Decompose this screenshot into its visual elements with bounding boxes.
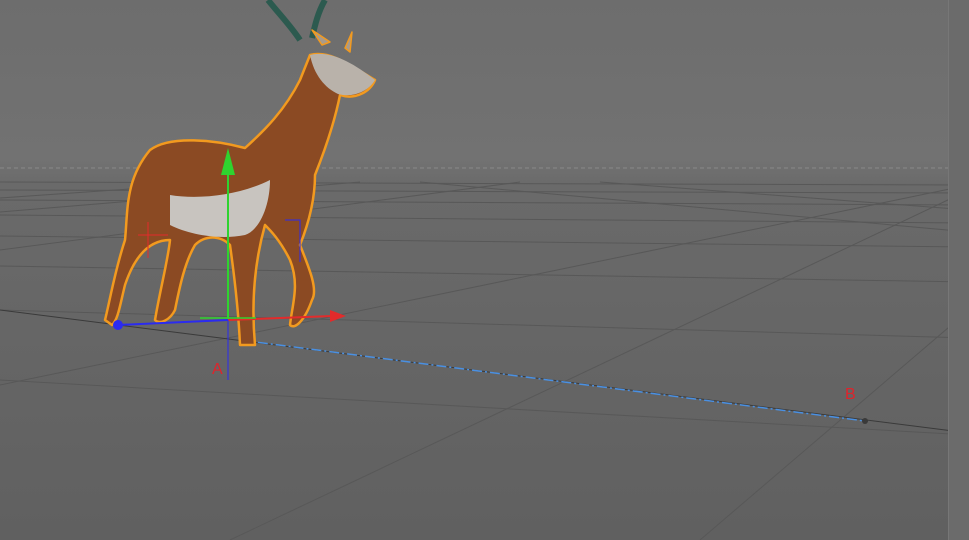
marker-label-a: A — [212, 361, 223, 378]
ground-axis-line — [0, 309, 969, 434]
point-marker-icon — [862, 418, 868, 424]
viewport-side-scrollbar[interactable] — [948, 0, 969, 540]
path-line — [239, 339, 866, 422]
marker-label-b: B — [845, 386, 856, 403]
viewport-scene[interactable] — [0, 0, 969, 540]
3d-viewport[interactable]: A B — [0, 0, 969, 540]
antelope-model — [103, 0, 377, 347]
